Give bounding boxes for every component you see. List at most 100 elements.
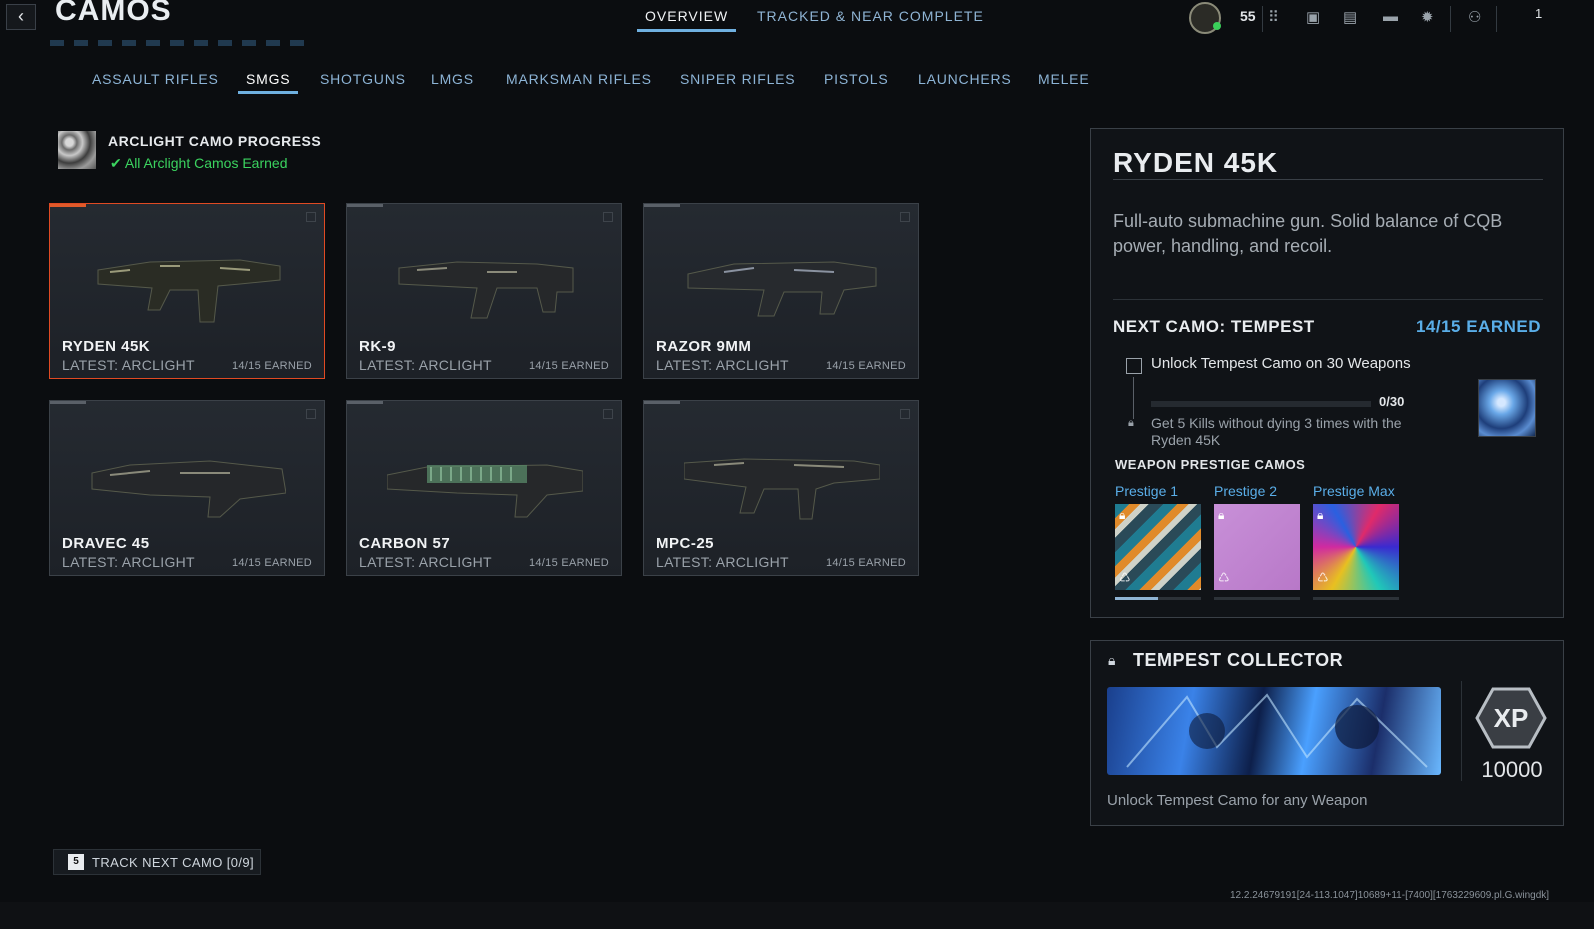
weapon-card-dravec-45[interactable]: DRAVEC 45 LATEST: ARCLIGHT 14/15 EARNED [49,400,325,576]
track-next-camo-button[interactable]: 5 TRACK NEXT CAMO [0/9] [53,849,261,875]
challenge-progress-bar [1151,401,1371,407]
tab-assault-rifles[interactable]: ASSAULT RIFLES [92,71,219,87]
settings-gear-icon[interactable]: ✹ [1421,8,1434,26]
weapon-name: RK-9 [359,338,397,355]
lock-icon: 🔒︎ [1119,508,1126,522]
map-icon[interactable]: ▤ [1343,8,1357,26]
tab-overview[interactable]: OVERVIEW [636,8,737,32]
weapon-earned-count: 14/15 EARNED [825,360,906,372]
prestige-max-camo-tile[interactable]: 🔒︎ ♺ [1313,504,1399,590]
smg-weapon-icon [398,261,574,319]
card-corner-icon [603,212,613,222]
xp-hexagon-icon: XP [1475,687,1547,749]
challenge-subtitle: Get 5 Kills without dying 3 times with t… [1151,415,1402,448]
tab-pistols[interactable]: PISTOLS [824,71,888,87]
track-next-camo-label: TRACK NEXT CAMO [0/9] [92,855,255,870]
weapon-name: RAZOR 9MM [656,338,752,355]
prestige-1-progress-bar [1115,597,1201,600]
next-camo-label: NEXT CAMO: TEMPEST [1113,317,1315,336]
smg-weapon-icon [687,261,877,317]
tempest-artwork-icon [1126,693,1428,768]
card-progress-indicator [50,204,86,207]
prestige-2-camo-tile[interactable]: 🔒︎ ♺ [1214,504,1300,590]
title-decoration [50,40,310,46]
chat-icon[interactable]: ▬ [1383,8,1398,25]
prestige-1-camo-tile[interactable]: 🔒︎ ♺ [1115,504,1201,590]
bookmark-icon[interactable]: ▣ [1306,8,1320,26]
party-icon[interactable]: ⚇ [1468,8,1481,26]
prestige-emblem-icon: ♺ [1317,570,1329,585]
weapon-name: DRAVEC 45 [62,535,150,552]
online-status-icon [1213,22,1221,30]
tab-marksman-rifles[interactable]: MARKSMAN RIFLES [506,71,652,87]
weapon-card-rk-9[interactable]: RK-9 LATEST: ARCLIGHT 14/15 EARNED [346,203,622,379]
grid-menu-icon[interactable]: ⠿ [1268,8,1279,26]
weapon-card-mpc-25[interactable]: MPC-25 LATEST: ARCLIGHT 14/15 EARNED [643,400,919,576]
card-corner-icon [900,409,910,419]
next-camo-count: 14/15 EARNED [1415,317,1541,336]
lock-icon: 🔒︎ [1317,508,1324,522]
tab-smgs[interactable]: SMGS [237,71,299,94]
rank-level: 55 [1240,8,1256,24]
top-bar: ‹ CAMOS OVERVIEW TRACKED & NEAR COMPLETE… [0,0,1594,46]
prestige-emblem-icon: ♺ [1218,570,1230,585]
weapon-card-ryden-45k[interactable]: RYDEN 45K LATEST: ARCLIGHT 14/15 EARNED [49,203,325,379]
divider [1113,299,1543,300]
chevron-left-icon: ‹ [18,6,24,26]
smg-weapon-icon [91,460,286,518]
smg-weapon-icon [684,458,880,520]
smg-weapon-icon [97,259,281,323]
weapon-latest-camo: LATEST: ARCLIGHT [62,554,195,570]
tab-lmgs[interactable]: LMGS [431,71,474,87]
card-progress-indicator [644,401,680,404]
divider [1496,6,1497,32]
detail-weapon-description: Full-auto submachine gun. Solid balance … [1113,211,1503,256]
prestige-1-label: Prestige 1 [1115,483,1179,499]
card-corner-icon [306,212,316,222]
tab-shotguns[interactable]: SHOTGUNS [320,71,406,87]
weapon-earned-count: 14/15 EARNED [528,557,609,569]
prestige-camos-heading: WEAPON PRESTIGE CAMOS [1115,457,1306,472]
card-progress-indicator [50,401,86,404]
divider [1450,6,1451,32]
challenge-connector [1133,377,1134,419]
tab-launchers[interactable]: LAUNCHERS [918,71,1012,87]
back-button[interactable]: ‹ [6,4,36,30]
arclight-status-text: All Arclight Camos Earned [124,155,288,171]
challenge-checkbox[interactable] [1126,358,1142,374]
prestige-1-progress-fill [1115,597,1158,600]
prestige-2-progress-bar [1214,597,1300,600]
detail-weapon-title: RYDEN 45K [1113,147,1279,178]
tempest-reward-banner[interactable] [1107,687,1441,775]
build-info: 12.2.24679191[24-113.1047]10689+11-[7400… [1230,890,1550,901]
tab-melee[interactable]: MELEE [1038,71,1089,87]
card-corner-icon [306,409,316,419]
weapon-card-carbon-57[interactable]: CARBON 57 LATEST: ARCLIGHT 14/15 EARNED [346,400,622,576]
weapon-earned-count: 14/15 EARNED [231,557,312,569]
card-progress-indicator [347,204,383,207]
prestige-max-progress-bar [1313,597,1399,600]
card-progress-indicator [347,401,383,404]
tab-tracked-near-complete[interactable]: TRACKED & NEAR COMPLETE [757,8,984,24]
weapon-card-razor-9mm[interactable]: RAZOR 9MM LATEST: ARCLIGHT 14/15 EARNED [643,203,919,379]
weapon-name: MPC-25 [656,535,715,552]
weapon-latest-camo: LATEST: ARCLIGHT [359,554,492,570]
weapon-latest-camo: LATEST: ARCLIGHT [656,554,789,570]
card-corner-icon [603,409,613,419]
players-count: 1 [1535,6,1543,21]
weapon-earned-count: 14/15 EARNED [528,360,609,372]
tab-sniper-rifles[interactable]: SNIPER RIFLES [680,71,795,87]
challenge-progress-text: 0/30 [1379,394,1405,409]
challenge-title: Unlock Tempest Camo on 30 Weapons [1151,355,1411,372]
card-corner-icon [900,212,910,222]
arclight-camo-thumbnail [58,131,96,169]
tempest-camo-preview[interactable] [1478,379,1536,437]
divider [1461,681,1462,781]
lock-icon: 🔒︎ [1218,508,1225,522]
weapon-name: CARBON 57 [359,535,451,552]
arclight-progress-title: ARCLIGHT CAMO PROGRESS [108,133,322,149]
xp-reward-amount: 10000 [1481,757,1543,782]
weapon-name: RYDEN 45K [62,338,151,355]
checkmark-icon: ✔ [110,155,122,171]
arclight-status: ✔ All Arclight Camos Earned [110,155,288,172]
